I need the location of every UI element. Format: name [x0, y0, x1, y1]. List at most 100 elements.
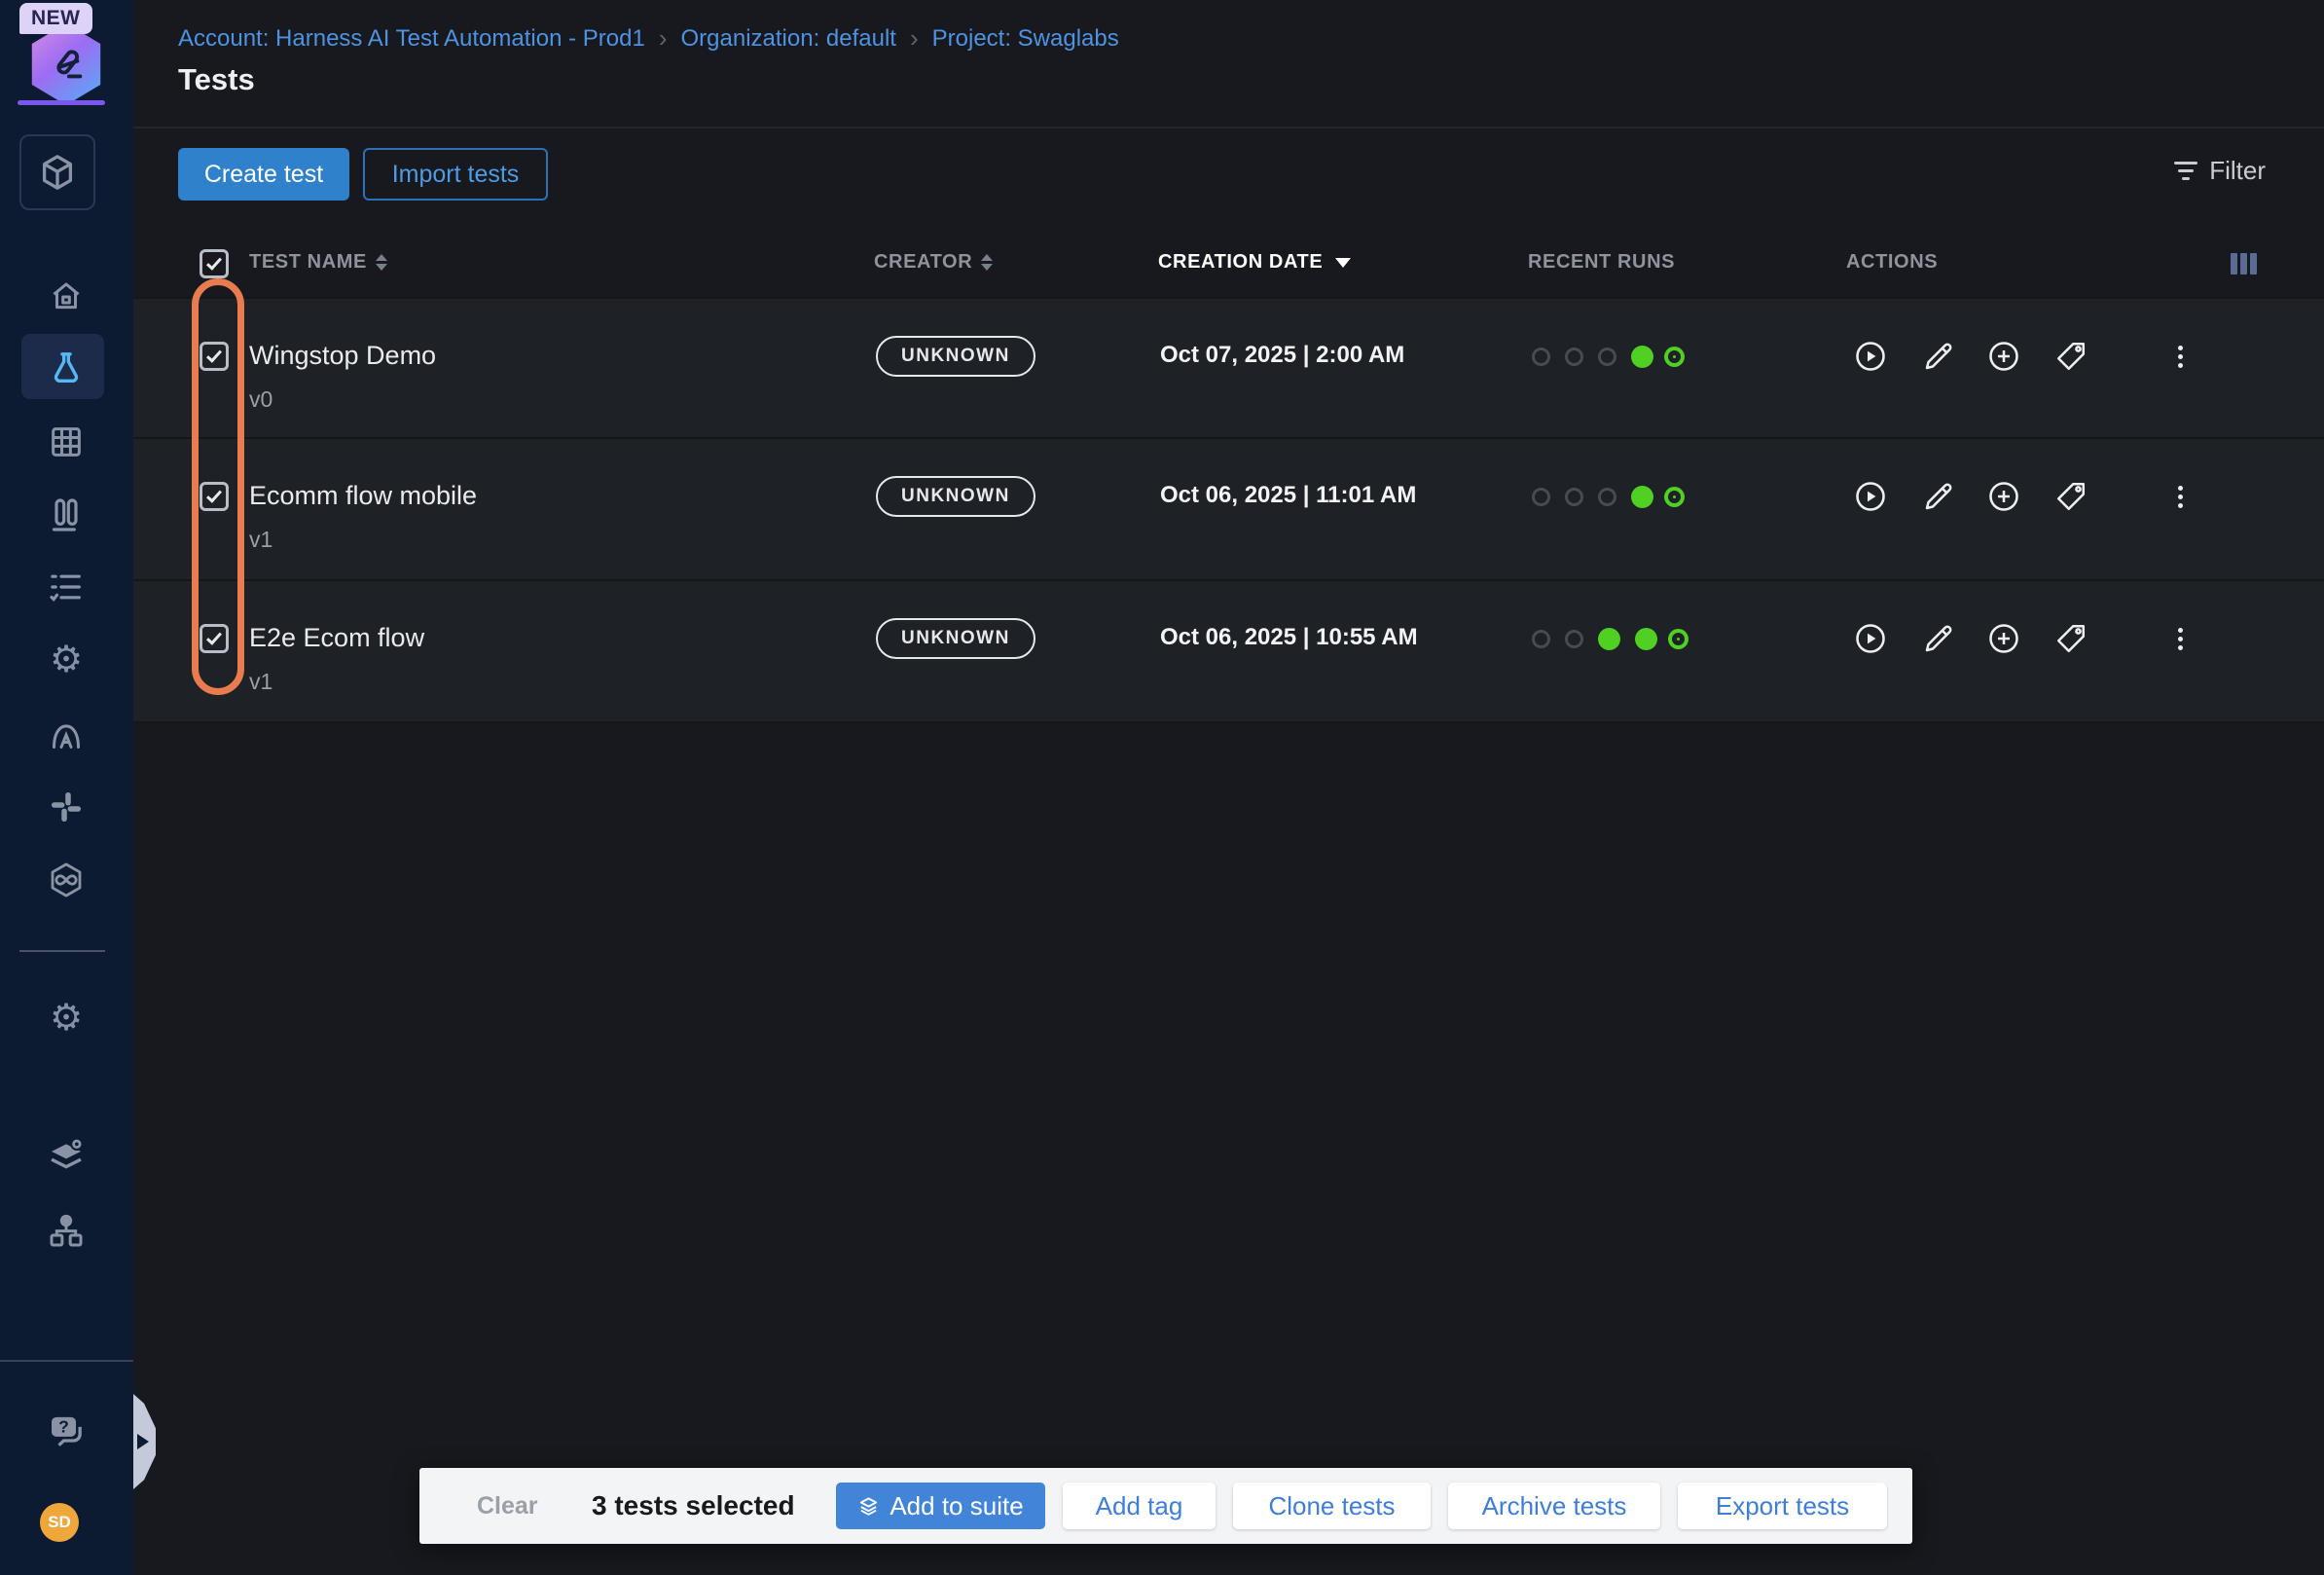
add-to-suite-button[interactable]: Add to suite [836, 1483, 1045, 1529]
sidebar-item-help[interactable]: ? [43, 1410, 90, 1452]
run-status-dot-empty[interactable] [1532, 630, 1550, 648]
plus-circle-icon [1986, 479, 2021, 514]
column-header-creation-date[interactable]: CREATION DATE [1158, 251, 1351, 274]
run-status-dot-empty[interactable] [1532, 488, 1550, 506]
column-label: RECENT RUNS [1528, 251, 1675, 274]
sidebar-item-agents[interactable] [43, 714, 90, 756]
column-header-creator[interactable]: CREATOR [874, 251, 993, 274]
table-row[interactable]: E2e Ecom flow v1 UNKNOWN Oct 06, 2025 | … [133, 581, 2324, 723]
layers-icon [857, 1495, 880, 1518]
clone-tests-button[interactable]: Clone tests [1233, 1483, 1431, 1529]
cube-icon [36, 151, 79, 194]
run-status-dot-ring[interactable] [1672, 633, 1685, 645]
creator-badge: UNKNOWN [876, 476, 1035, 517]
column-label: CREATION DATE [1158, 251, 1323, 274]
run-status-dot-empty[interactable] [1565, 488, 1583, 506]
breadcrumb-organization[interactable]: Organization: default [680, 25, 895, 53]
sidebar-item-home[interactable] [43, 275, 90, 317]
help-chat-icon: ? [47, 1411, 86, 1450]
select-all-checkbox[interactable] [200, 249, 229, 278]
row-checkbox[interactable] [200, 482, 229, 511]
column-header-recent-runs: RECENT RUNS [1528, 251, 1675, 274]
run-status-dot-empty[interactable] [1532, 348, 1550, 366]
sort-desc-icon [1335, 258, 1351, 268]
run-status-dot-empty[interactable] [1598, 488, 1616, 506]
page-title: Tests [178, 62, 255, 97]
add-button[interactable] [1986, 621, 2021, 656]
flask-icon [47, 348, 86, 387]
run-status-dot-empty[interactable] [1598, 348, 1616, 366]
add-button[interactable] [1986, 339, 2021, 374]
tag-button[interactable] [2053, 621, 2088, 656]
add-button[interactable] [1986, 479, 2021, 514]
run-test-button[interactable] [1853, 339, 1888, 374]
add-tag-button[interactable]: Add tag [1063, 1483, 1216, 1529]
run-status-dot-filled[interactable] [1631, 346, 1653, 368]
import-tests-button[interactable]: Import tests [363, 148, 548, 201]
run-status-dot-empty[interactable] [1565, 630, 1583, 648]
test-name[interactable]: Ecomm flow mobile [249, 481, 477, 511]
sidebar-item-pipelines[interactable] [43, 859, 90, 901]
run-status-dot-ring[interactable] [1668, 491, 1681, 503]
row-checkbox[interactable] [200, 342, 229, 371]
create-test-button[interactable]: Create test [178, 148, 349, 201]
creator-badge: UNKNOWN [876, 336, 1035, 377]
plus-circle-icon [1986, 339, 2021, 374]
sidebar-item-test-suites[interactable] [43, 494, 90, 536]
tag-button[interactable] [2053, 339, 2088, 374]
sidebar-item-tests[interactable] [43, 347, 90, 389]
sort-icon [981, 254, 993, 271]
sidebar-item-settings[interactable]: ⚙ [43, 639, 90, 681]
column-header-test-name[interactable]: TEST NAME [249, 251, 387, 274]
breadcrumb: Account: Harness AI Test Automation - Pr… [178, 23, 1119, 54]
export-tests-button[interactable]: Export tests [1678, 1483, 1887, 1529]
sidebar-item-checklist[interactable] [43, 566, 90, 608]
column-settings-icon[interactable] [2231, 253, 2257, 275]
table-row[interactable]: Wingstop Demo v0 UNKNOWN Oct 07, 2025 | … [133, 297, 2324, 439]
column-label: ACTIONS [1846, 251, 1938, 274]
filter-button[interactable]: Filter [2174, 156, 2266, 186]
play-circle-icon [1853, 621, 1888, 656]
sidebar-item-integrations[interactable] [43, 786, 90, 828]
plus-circle-icon [1986, 621, 2021, 656]
run-status-dot-filled[interactable] [1635, 628, 1657, 650]
edit-test-button[interactable] [1921, 479, 1956, 514]
breadcrumb-project[interactable]: Project: Swaglabs [932, 25, 1119, 53]
pencil-icon [1921, 479, 1956, 514]
table-row[interactable]: Ecomm flow mobile v1 UNKNOWN Oct 06, 202… [133, 439, 2324, 581]
tag-icon [2053, 479, 2088, 514]
creation-date: Oct 07, 2025 | 2:00 AM [1160, 342, 1404, 369]
selected-count: 3 tests selected [592, 1490, 795, 1521]
sidebar-divider [19, 950, 105, 952]
more-options-icon[interactable] [2168, 623, 2192, 654]
user-avatar[interactable]: SD [40, 1503, 79, 1542]
sidebar-expand-handle[interactable] [133, 1394, 156, 1489]
sidebar-item-org-settings[interactable] [43, 1209, 90, 1252]
tag-button[interactable] [2053, 479, 2088, 514]
row-checkbox[interactable] [200, 624, 229, 653]
run-status-dot-filled[interactable] [1631, 486, 1653, 508]
test-name[interactable]: Wingstop Demo [249, 341, 436, 371]
run-status-dot-empty[interactable] [1565, 348, 1583, 366]
module-selector[interactable] [19, 134, 95, 210]
run-status-dot-filled[interactable] [1598, 628, 1620, 650]
sidebar-item-project-settings[interactable]: ⚙ [43, 997, 90, 1040]
filter-label: Filter [2209, 156, 2266, 186]
clear-selection-button[interactable]: Clear [477, 1492, 538, 1520]
more-options-icon[interactable] [2168, 341, 2192, 372]
breadcrumb-account[interactable]: Account: Harness AI Test Automation - Pr… [178, 25, 645, 53]
run-test-button[interactable] [1853, 621, 1888, 656]
new-badge: NEW [19, 3, 92, 34]
logo-underline [18, 100, 105, 105]
edit-test-button[interactable] [1921, 339, 1956, 374]
sidebar-item-layers-settings[interactable] [43, 1134, 90, 1177]
sidebar-item-grid[interactable] [43, 421, 90, 463]
app-logo[interactable] [27, 23, 105, 105]
more-options-icon[interactable] [2168, 481, 2192, 512]
edit-test-button[interactable] [1921, 621, 1956, 656]
creation-date: Oct 06, 2025 | 10:55 AM [1160, 624, 1418, 651]
run-test-button[interactable] [1853, 479, 1888, 514]
archive-tests-button[interactable]: Archive tests [1448, 1483, 1660, 1529]
test-name[interactable]: E2e Ecom flow [249, 623, 424, 653]
run-status-dot-ring[interactable] [1668, 350, 1681, 363]
